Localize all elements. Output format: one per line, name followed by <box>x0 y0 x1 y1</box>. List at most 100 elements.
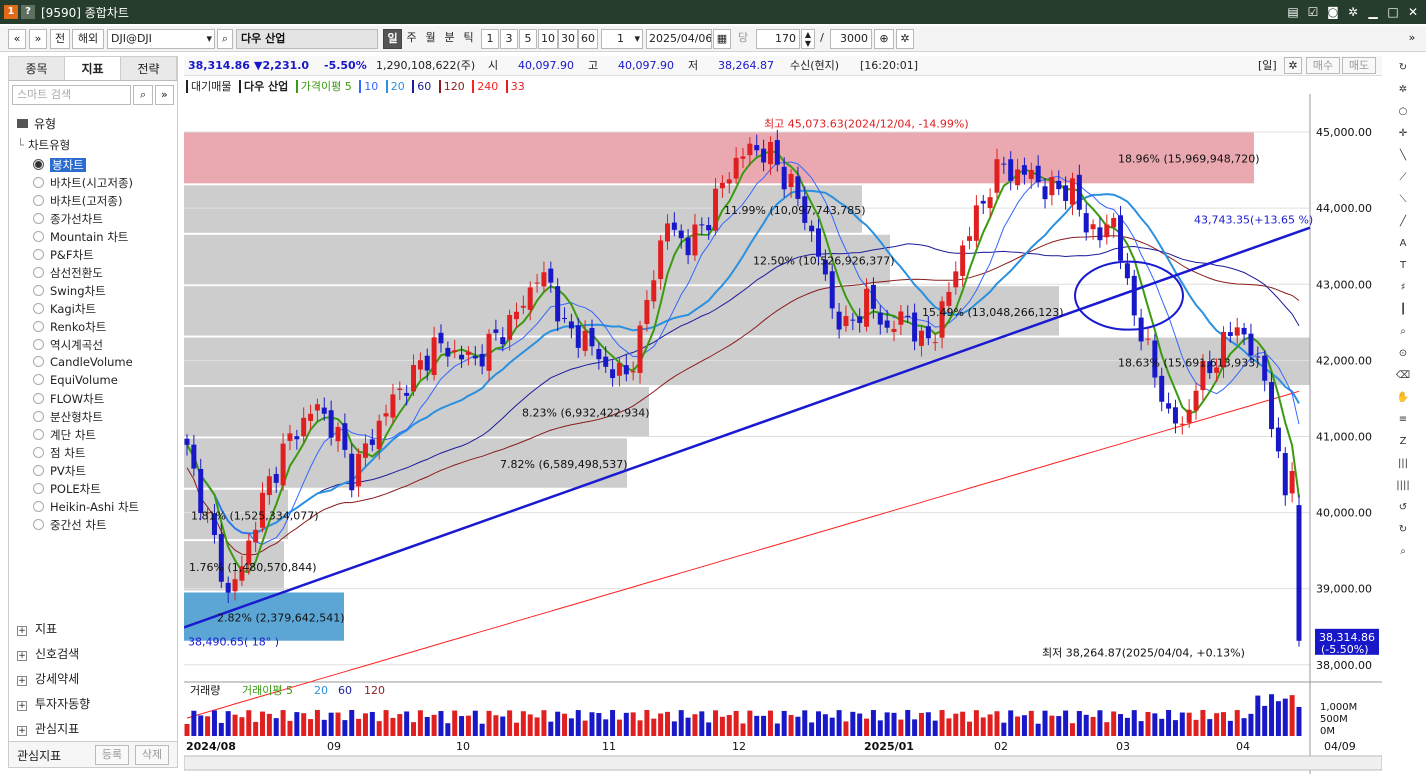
radio-icon[interactable] <box>33 267 44 278</box>
auto-icon[interactable]: A <box>1392 234 1414 254</box>
chevron-down-icon[interactable]: ▾ <box>206 30 212 48</box>
chart-type-item[interactable]: 바차트(고저종) <box>33 193 122 209</box>
chart-type-item[interactable]: 삼선전환도 <box>33 265 103 281</box>
legend-symbol[interactable]: 다우 산업 <box>238 80 289 93</box>
radio-icon[interactable] <box>33 483 44 494</box>
refresh-icon[interactable]: ↻ <box>1392 58 1414 78</box>
radio-icon[interactable] <box>33 177 44 188</box>
radio-icon[interactable] <box>33 231 44 242</box>
expand-icon[interactable]: + <box>17 626 27 636</box>
zoom-icon[interactable]: ⌕ <box>1392 322 1414 342</box>
interval-1[interactable]: 1 <box>481 29 499 49</box>
tab-stock[interactable]: 종목 <box>9 57 65 80</box>
radio-icon[interactable] <box>33 285 44 296</box>
radio-icon[interactable] <box>33 159 44 170</box>
chart-type-item[interactable]: 중간선 차트 <box>33 517 107 533</box>
all-button[interactable]: 전 <box>50 29 70 49</box>
prev-button[interactable]: « <box>8 29 26 49</box>
period-minute[interactable]: 분 <box>440 29 459 49</box>
overseas-button[interactable]: 해외 <box>72 29 104 49</box>
expand-icon[interactable]: + <box>17 676 27 686</box>
line-tool-icon[interactable]: ╲ <box>1392 146 1414 166</box>
interval-10[interactable]: 10 <box>538 29 558 49</box>
tree-section[interactable]: + 신호검색 <box>17 645 79 662</box>
erase-icon[interactable]: ⌫ <box>1392 366 1414 386</box>
chart-type-item[interactable]: 분산형차트 <box>33 409 103 425</box>
chart-type-item[interactable]: EquiVolume <box>33 373 118 387</box>
tree-subgroup-chart-type[interactable]: └ 차트유형 <box>17 137 70 153</box>
search-icon[interactable]: ⌕ <box>1392 542 1414 562</box>
help-icon[interactable]: ? <box>21 5 35 19</box>
chart-type-item[interactable]: PV차트 <box>33 463 86 479</box>
legend-ma120[interactable]: 120 <box>438 80 465 93</box>
layout-icon[interactable]: ▤ <box>1284 3 1302 21</box>
settings-icon[interactable]: ✲ <box>1344 3 1362 21</box>
price-chart[interactable]: 18.96% (15,969,948,720) 11.99% (10,097,74… <box>184 94 1382 774</box>
radio-icon[interactable] <box>33 447 44 458</box>
chart-type-item[interactable]: 역시계곡선 <box>33 337 103 353</box>
interval-30[interactable]: 30 <box>558 29 578 49</box>
radio-icon[interactable] <box>33 303 44 314</box>
fib-icon[interactable]: ≡ <box>1392 410 1414 430</box>
expand-icon[interactable]: + <box>17 701 27 711</box>
interval-60[interactable]: 60 <box>578 29 598 49</box>
chart-type-item[interactable]: 바차트(시고저종) <box>33 175 133 191</box>
chart-type-item[interactable]: 봉차트 <box>33 157 86 173</box>
radio-icon[interactable] <box>33 321 44 332</box>
delete-button[interactable]: 삭제 <box>135 745 169 765</box>
interval-5[interactable]: 5 <box>519 29 537 49</box>
legend-ma240[interactable]: 240 <box>472 80 499 93</box>
chevron-down-icon[interactable]: ▾ <box>634 30 640 48</box>
radio-icon[interactable] <box>33 195 44 206</box>
chart-type-item[interactable]: Swing차트 <box>33 283 106 299</box>
radio-icon[interactable] <box>33 429 44 440</box>
close-icon[interactable]: ✕ <box>1404 3 1422 21</box>
legend-ma33[interactable]: 33 <box>505 80 525 93</box>
pattern-icon[interactable]: ♯ <box>1392 278 1414 298</box>
search-icon[interactable]: ⌕ <box>217 29 233 49</box>
register-button[interactable]: 등록 <box>95 745 129 765</box>
radio-icon[interactable] <box>33 411 44 422</box>
expand-right-icon[interactable]: » <box>1404 29 1420 49</box>
tree-section[interactable]: + 관심지표 <box>17 720 79 737</box>
chart-type-item[interactable]: P&F차트 <box>33 247 94 263</box>
magnet-icon[interactable]: ⊙ <box>1392 344 1414 364</box>
radio-icon[interactable] <box>33 465 44 476</box>
calendar-icon[interactable]: ▦ <box>713 29 731 49</box>
period-tick[interactable]: 틱 <box>459 29 478 49</box>
crosshair-icon[interactable]: ✛ <box>1392 124 1414 144</box>
buy-button[interactable]: 매수 <box>1306 57 1340 74</box>
check-icon[interactable]: ☑ <box>1304 3 1322 21</box>
chart-settings-icon[interactable]: ✲ <box>1284 57 1302 74</box>
redo-icon[interactable]: ↻ <box>1392 520 1414 540</box>
tree-group-type[interactable]: 유형 <box>17 115 56 132</box>
radio-icon[interactable] <box>33 374 44 385</box>
period-week[interactable]: 주 <box>402 29 421 49</box>
bars-icon[interactable]: ||| <box>1392 454 1414 474</box>
multiplier-select[interactable]: 1 ▾ <box>601 29 643 49</box>
search-icon[interactable]: ⌕ <box>133 85 153 105</box>
chevron-down-icon[interactable]: » <box>154 85 174 105</box>
period-day[interactable]: 일 <box>383 29 402 49</box>
minimize-icon[interactable]: ▁ <box>1364 3 1382 21</box>
period-month[interactable]: 월 <box>421 29 440 49</box>
tree-section[interactable]: + 지표 <box>17 620 57 637</box>
chart-type-item[interactable]: POLE차트 <box>33 481 101 497</box>
count-spinner[interactable]: ▲ ▼ <box>801 29 815 49</box>
legend-ma10[interactable]: 10 <box>359 80 379 93</box>
radio-icon[interactable] <box>33 501 44 512</box>
radio-icon[interactable] <box>33 249 44 260</box>
zoom-icon[interactable]: ⊕ <box>874 29 894 49</box>
count-input[interactable]: 170 <box>756 29 800 49</box>
legend-volume-profile[interactable]: 대기매물 <box>186 80 232 93</box>
tab-strategy[interactable]: 전략 <box>121 57 177 80</box>
maximize-icon[interactable]: □ <box>1384 3 1402 21</box>
tab-indicator[interactable]: 지표 <box>65 57 121 80</box>
settings-icon[interactable]: ✲ <box>1392 80 1414 100</box>
undo-icon[interactable]: ↺ <box>1392 498 1414 518</box>
sell-button[interactable]: 매도 <box>1342 57 1376 74</box>
tree-section[interactable]: + 강세약세 <box>17 670 79 687</box>
radio-icon[interactable] <box>33 519 44 530</box>
total-input[interactable]: 3000 <box>830 29 872 49</box>
chart-type-item[interactable]: Kagi차트 <box>33 301 96 317</box>
